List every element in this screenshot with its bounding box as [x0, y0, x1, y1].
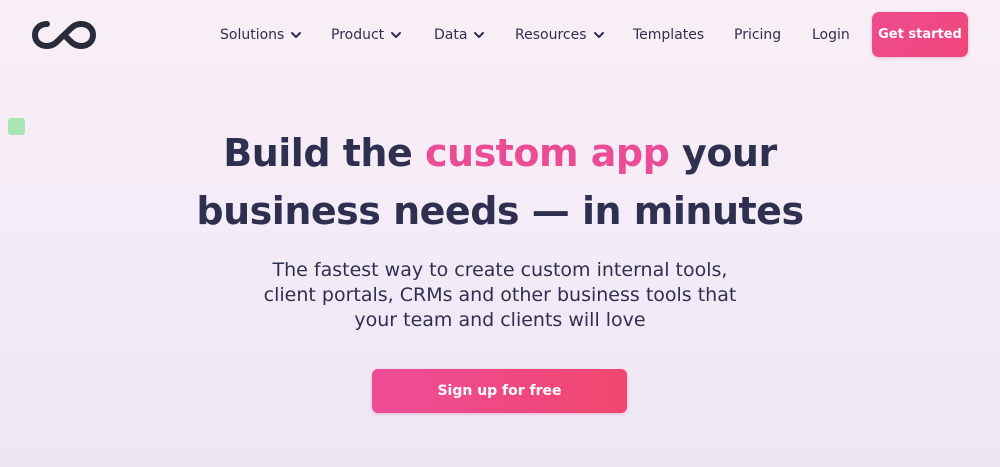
hero-title: Build the custom app your business needs… [0, 124, 1000, 240]
top-navigation: Solutions Product Data Resources Templat… [0, 12, 1000, 57]
nav-data-label: Data [434, 27, 468, 43]
hero-subtitle: The fastest way to create custom interna… [200, 258, 800, 333]
chevron-down-icon [474, 32, 485, 38]
nav-pricing[interactable]: Pricing [734, 24, 781, 46]
nav-pricing-label: Pricing [734, 27, 782, 43]
nav-templates[interactable]: Templates [633, 24, 704, 46]
hero-subtitle-line3: your team and clients will love [354, 309, 646, 331]
nav-templates-label: Templates [633, 27, 705, 43]
sign-up-button[interactable]: Sign up for free [372, 369, 627, 413]
hero-title-accent: custom app [424, 131, 670, 175]
nav-resources-label: Resources [515, 27, 587, 43]
nav-product-label: Product [331, 27, 385, 43]
nav-login-label: Login [812, 27, 850, 43]
get-started-button[interactable]: Get started [872, 12, 968, 57]
nav-login[interactable]: Login [812, 24, 850, 46]
chevron-down-icon [391, 32, 402, 38]
hero-subtitle-line1: The fastest way to create custom interna… [272, 259, 728, 281]
nav-solutions[interactable]: Solutions [220, 24, 302, 46]
nav-resources[interactable]: Resources [515, 24, 605, 46]
nav-product[interactable]: Product [331, 24, 402, 46]
chevron-down-icon [291, 32, 302, 38]
chevron-down-icon [593, 32, 604, 38]
hero-subtitle-line2: client portals, CRMs and other business … [263, 284, 737, 306]
infinity-logo-icon[interactable] [30, 18, 98, 52]
hero-title-line2: business needs — in minutes [196, 189, 804, 233]
nav-solutions-label: Solutions [220, 27, 285, 43]
nav-data[interactable]: Data [434, 24, 485, 46]
hero-title-part1: Build the [223, 131, 425, 175]
hero-title-part2: your [669, 131, 777, 175]
